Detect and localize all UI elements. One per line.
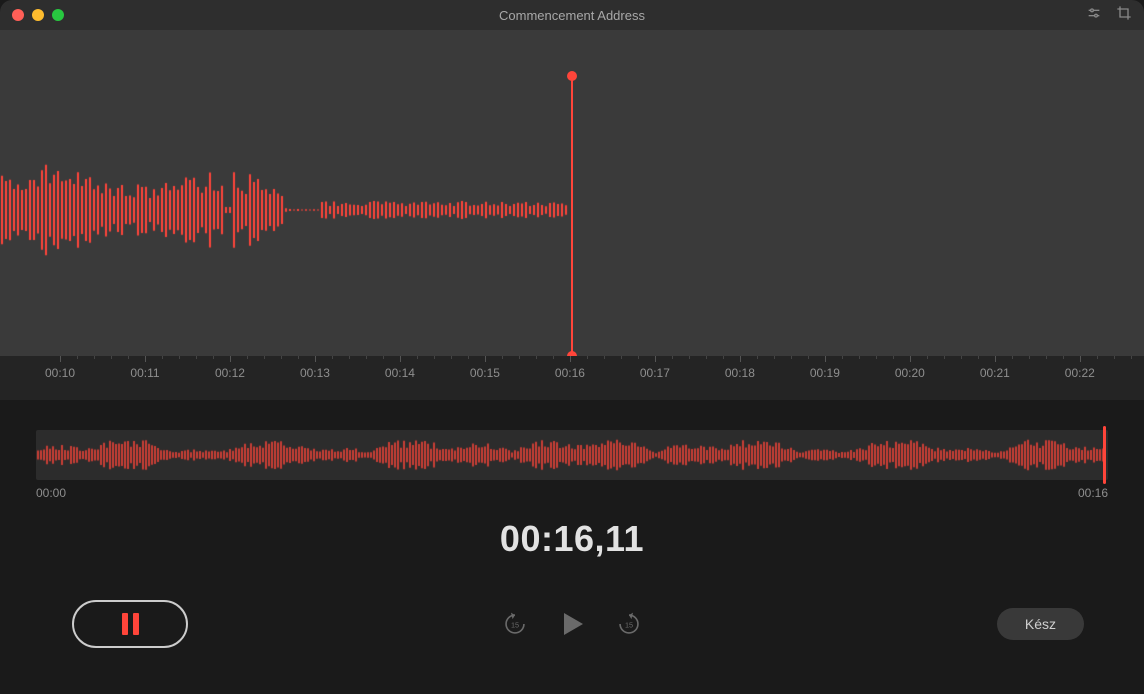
overview-start-time: 00:00: [36, 486, 66, 500]
ruler-tick: 00:21: [970, 356, 1020, 380]
ruler-tick: 00:11: [120, 356, 170, 380]
waveform-main[interactable]: [0, 30, 1144, 356]
ruler-tick: 00:14: [375, 356, 425, 380]
ruler-tick: 00:16: [545, 356, 595, 380]
skip-back-button[interactable]: 15: [502, 611, 528, 637]
ruler-tick: 00:12: [205, 356, 255, 380]
ruler-tick: 00:18: [715, 356, 765, 380]
close-window-button[interactable]: [12, 9, 24, 21]
svg-text:15: 15: [511, 620, 519, 629]
ruler-tick: 00:17: [630, 356, 680, 380]
overview-end-time: 00:16: [1078, 486, 1108, 500]
current-time-display: 00:16,11: [0, 518, 1144, 560]
ruler-tick: 00:13: [290, 356, 340, 380]
traffic-lights: [12, 9, 64, 21]
minimize-window-button[interactable]: [32, 9, 44, 21]
ruler-tick: 00:10: [35, 356, 85, 380]
ruler-tick: 00:22: [1055, 356, 1105, 380]
pause-recording-button[interactable]: [72, 600, 188, 648]
ruler-tick: 00:15: [460, 356, 510, 380]
overview-playhead[interactable]: [1103, 426, 1106, 484]
titlebar: Commencement Address: [0, 0, 1144, 30]
maximize-window-button[interactable]: [52, 9, 64, 21]
window-title: Commencement Address: [499, 8, 645, 23]
pause-icon: [122, 613, 139, 635]
crop-icon[interactable]: [1116, 5, 1132, 26]
settings-sliders-icon[interactable]: [1086, 5, 1102, 26]
play-button[interactable]: [556, 608, 588, 640]
svg-text:15: 15: [625, 620, 633, 629]
waveform-overview[interactable]: [36, 430, 1108, 480]
done-button[interactable]: Kész: [997, 608, 1084, 640]
ruler-tick: 00:20: [885, 356, 935, 380]
time-ruler[interactable]: 00:10 00:11 00:12 00:13 00:14 00:15 00:16 00:17…: [0, 356, 1144, 400]
playhead[interactable]: [571, 76, 573, 356]
ruler-tick: 00:19: [800, 356, 850, 380]
skip-forward-button[interactable]: 15: [616, 611, 642, 637]
